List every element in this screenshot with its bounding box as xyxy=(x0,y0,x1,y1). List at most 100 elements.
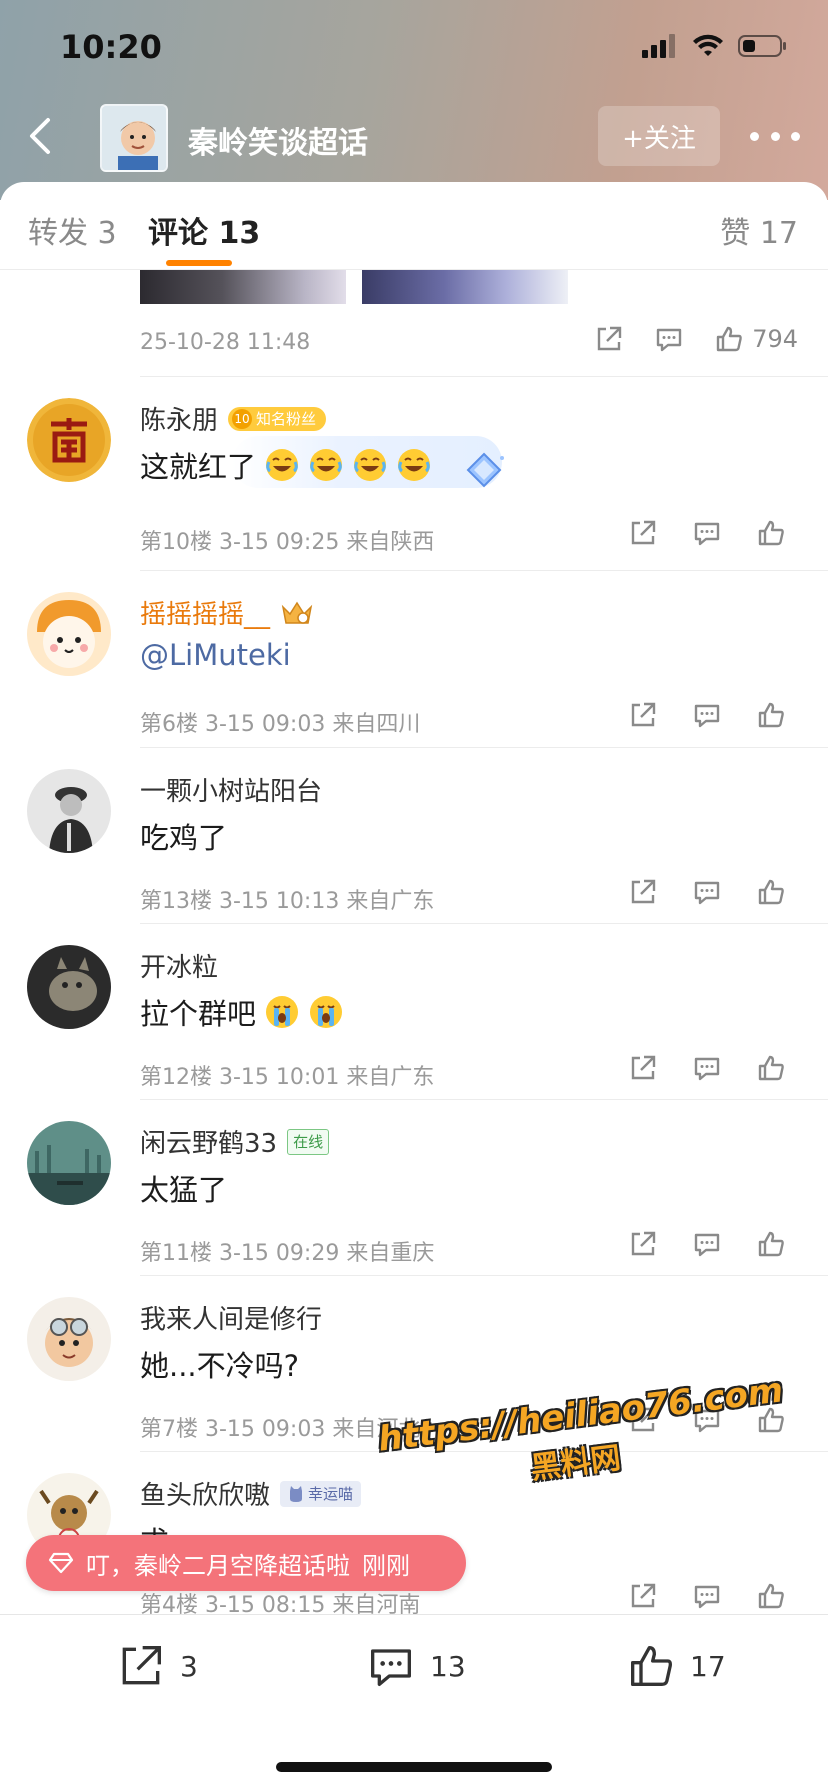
comment-actions xyxy=(628,1581,786,1611)
like-button[interactable]: 17 xyxy=(626,1641,726,1691)
floor-number: 第12楼 xyxy=(140,1065,212,1090)
author-name[interactable]: 鱼头欣欣嗷 xyxy=(140,1475,270,1512)
status-bar: 10:20 xyxy=(0,0,828,100)
back-button[interactable] xyxy=(20,114,64,158)
avatar[interactable] xyxy=(27,1121,111,1205)
comment-icon[interactable] xyxy=(692,1581,722,1611)
comment-button[interactable]: 13 xyxy=(366,1641,466,1691)
author-name[interactable]: 闲云野鹤33 xyxy=(140,1123,277,1160)
share-icon[interactable] xyxy=(594,324,624,354)
lucky-cat-badge[interactable]: 幸运喵 xyxy=(280,1480,362,1507)
thumbs-up-icon[interactable] xyxy=(756,1581,786,1611)
avatar[interactable] xyxy=(27,1297,111,1381)
tab-comments[interactable]: 评论 13 xyxy=(148,208,260,252)
comment-text: 这就红了 xyxy=(140,444,432,486)
post-image[interactable] xyxy=(140,270,346,304)
cat-icon xyxy=(290,1485,303,1502)
divider xyxy=(140,923,828,924)
avatar-image xyxy=(102,106,166,170)
share-icon[interactable] xyxy=(628,700,658,730)
comment-icon[interactable] xyxy=(692,877,722,907)
comment-icon xyxy=(371,1649,411,1686)
tab-likes[interactable]: 赞 17 xyxy=(720,208,798,252)
thumbs-up-icon[interactable] xyxy=(756,700,786,730)
comment-item: 闲云野鹤33 在线 太猛了 第11楼 3-15 09:29 来自重庆 xyxy=(0,1099,828,1275)
comment-time: 3-15 09:03 xyxy=(205,712,326,737)
avatar[interactable] xyxy=(27,592,111,676)
comment-actions xyxy=(628,700,786,730)
comment-icon[interactable] xyxy=(654,324,684,354)
more-dot-icon xyxy=(791,131,800,141)
author-name[interactable]: 开冰粒 xyxy=(140,947,218,984)
thumbs-up-icon[interactable] xyxy=(756,518,786,548)
comment-location: 来自重庆 xyxy=(346,1241,435,1266)
more-options-button[interactable] xyxy=(750,118,800,154)
author-name[interactable]: 我来人间是修行 xyxy=(140,1299,322,1336)
avatar-image xyxy=(27,769,111,853)
bottom-action-bar: 3 13 17 xyxy=(0,1614,828,1792)
divider xyxy=(140,747,828,748)
divider xyxy=(140,1099,828,1100)
avatar[interactable] xyxy=(27,769,111,853)
thumbs-up-icon[interactable] xyxy=(756,877,786,907)
comment-time: 3-15 09:29 xyxy=(219,1241,340,1266)
comment-icon[interactable] xyxy=(692,1053,722,1083)
comment-body: 她...不冷吗? xyxy=(140,1349,300,1383)
laugh-cry-emoji-icon xyxy=(310,449,343,481)
thumbs-up-icon[interactable] xyxy=(756,1053,786,1083)
comment-icon[interactable] xyxy=(692,1229,722,1259)
crown-badge-icon[interactable] xyxy=(280,599,314,627)
online-status-badge: 在线 xyxy=(287,1128,330,1155)
divider xyxy=(140,1275,828,1276)
comment-body: 太猛了 xyxy=(140,1173,228,1207)
tab-count: 13 xyxy=(218,216,261,251)
share-icon[interactable] xyxy=(628,1581,658,1611)
comment-location: 来自广东 xyxy=(346,1065,435,1090)
follow-button[interactable]: +关注 xyxy=(598,106,720,166)
tab-reposts[interactable]: 转发 3 xyxy=(28,208,117,252)
comment-author: 闲云野鹤33 在线 xyxy=(140,1123,330,1160)
post-like-button[interactable]: 794 xyxy=(714,324,798,354)
author-name[interactable]: 陈永朋 xyxy=(140,400,218,437)
comment-time: 3-15 09:03 xyxy=(205,1417,326,1442)
divider xyxy=(140,570,828,571)
post-timestamp: 25-10-28 11:48 xyxy=(140,330,311,355)
comment-actions xyxy=(628,518,786,548)
share-icon[interactable] xyxy=(628,1053,658,1083)
comment-icon[interactable] xyxy=(692,700,722,730)
repost-button[interactable]: 3 xyxy=(116,1641,198,1691)
comment-location: 来自广东 xyxy=(346,889,435,914)
floor-number: 第7楼 xyxy=(140,1417,198,1442)
comment-author: 摇摇摇摇__ xyxy=(140,594,314,631)
share-icon[interactable] xyxy=(628,518,658,548)
comment-author: 开冰粒 xyxy=(140,947,218,984)
comment-meta: 第10楼 3-15 09:25 来自陕西 xyxy=(140,524,434,556)
post-image[interactable] xyxy=(362,270,568,304)
thumbs-up-icon[interactable] xyxy=(756,1229,786,1259)
author-name[interactable]: 摇摇摇摇__ xyxy=(140,594,270,631)
share-icon[interactable] xyxy=(628,1229,658,1259)
floor-number: 第11楼 xyxy=(140,1241,212,1266)
more-dot-icon xyxy=(770,131,780,141)
supertopic-avatar[interactable] xyxy=(100,104,168,172)
mention-link[interactable]: @LiMuteki xyxy=(140,638,291,672)
comment-body: 这就红了 xyxy=(140,450,257,484)
post-actions: 794 xyxy=(594,324,798,354)
avatar[interactable] xyxy=(27,398,111,482)
comment-item: 陈永朋 10 知名粉丝 这就红了 第10楼 3-15 09:25 来自陕西 xyxy=(0,376,828,555)
wifi-icon xyxy=(693,34,723,56)
fan-level-badge[interactable]: 10 知名粉丝 xyxy=(228,406,327,431)
comment-author: 我来人间是修行 xyxy=(140,1299,322,1336)
comment-meta: 第6楼 3-15 09:03 来自四川 xyxy=(140,706,420,738)
avatar[interactable] xyxy=(27,945,111,1029)
comment-time: 3-15 10:13 xyxy=(219,889,340,914)
share-icon[interactable] xyxy=(628,877,658,907)
comment-icon[interactable] xyxy=(692,518,722,548)
author-name[interactable]: 一颗小树站阳台 xyxy=(140,771,322,808)
laugh-cry-emoji-icon xyxy=(354,449,387,481)
diamond-icon xyxy=(48,1552,74,1574)
notification-toast[interactable]: 叮，秦岭二月空降超话啦 刚刚 xyxy=(26,1535,466,1591)
floor-number: 第10楼 xyxy=(140,530,212,555)
tab-label: 赞 xyxy=(720,216,751,251)
comment-count: 13 xyxy=(430,1649,466,1683)
